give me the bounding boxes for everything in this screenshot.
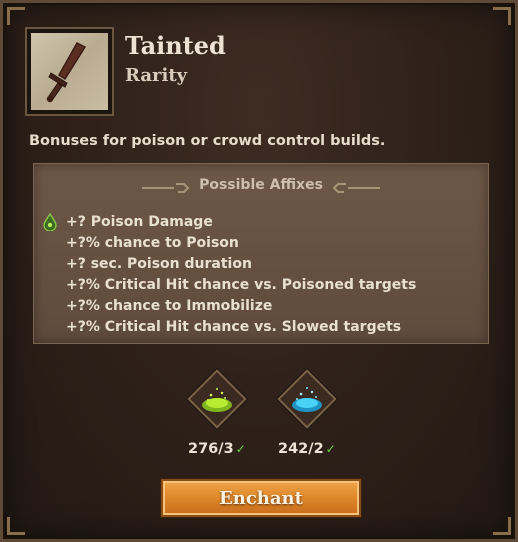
- ornament-right-icon: [332, 183, 380, 193]
- affix-item: +?% Critical Hit chance vs. Poisoned tar…: [66, 277, 417, 293]
- frame-corner: [7, 517, 25, 535]
- affix-panel: Possible Affixes +? Poison Damage +?% ch…: [33, 163, 489, 344]
- affix-item: +?% Critical Hit chance vs. Slowed targe…: [66, 319, 402, 335]
- item-title: Tainted: [125, 31, 226, 60]
- material-count-value: 276/3: [188, 441, 234, 457]
- item-icon-frame: [25, 27, 114, 116]
- green-dust-icon: [202, 388, 232, 412]
- poison-icon: [43, 213, 57, 231]
- affix-item: +?% chance to Immobilize: [66, 298, 273, 314]
- checkmark-icon: ✓: [325, 442, 336, 456]
- checkmark-icon: ✓: [235, 442, 246, 456]
- item-description: Bonuses for poison or crowd control buil…: [29, 133, 386, 149]
- affix-item: +? Poison Damage: [66, 214, 213, 230]
- affix-item: +?% chance to Poison: [66, 235, 239, 251]
- material-count: 242/2 ✓: [278, 441, 336, 457]
- affix-item: +? sec. Poison duration: [66, 256, 252, 272]
- frame-corner: [493, 7, 511, 25]
- material-count-value: 242/2: [278, 441, 324, 457]
- frame-corner: [7, 7, 25, 25]
- material-count: 276/3 ✓: [188, 441, 246, 457]
- material-slot-green-dust[interactable]: [187, 369, 247, 429]
- affix-list: +? Poison Damage +?% chance to Poison +?…: [66, 212, 416, 338]
- blue-dust-icon: [292, 387, 322, 412]
- material-slot-blue-dust[interactable]: [277, 369, 337, 429]
- affix-header: Possible Affixes: [199, 177, 323, 193]
- frame-corner: [493, 517, 511, 535]
- enchant-button[interactable]: Enchant: [161, 479, 361, 517]
- dagger-icon: [31, 33, 108, 110]
- item-rarity: Rarity: [125, 65, 188, 86]
- enchant-panel: Tainted Rarity Bonuses for poison or cro…: [0, 0, 518, 542]
